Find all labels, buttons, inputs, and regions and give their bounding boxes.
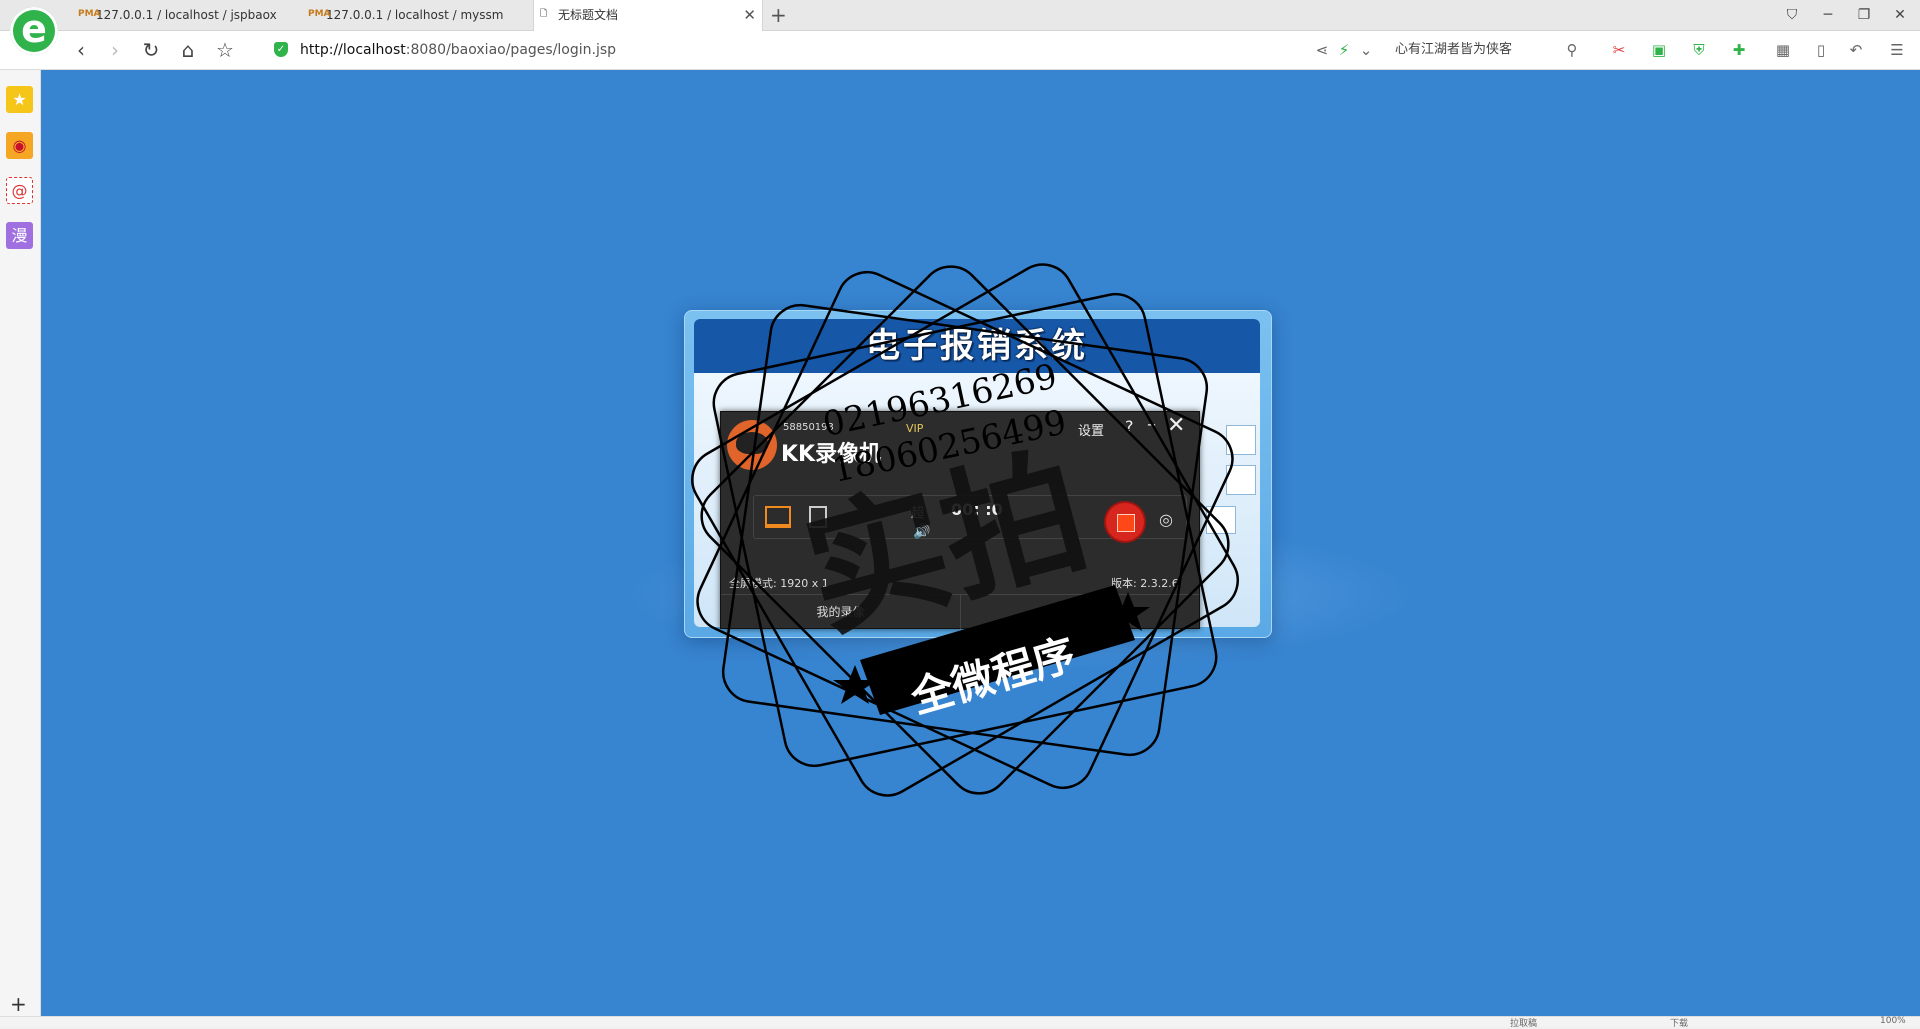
restore-button[interactable]: ❐: [1846, 0, 1882, 30]
tablet-icon[interactable]: ▯: [1810, 39, 1832, 61]
home-button[interactable]: ⌂: [175, 37, 201, 63]
kk-minimize-button[interactable]: –: [1147, 414, 1156, 435]
kk-raccoon-logo-icon: [727, 420, 777, 470]
search-text: 心有江湖者皆为侠客: [1395, 42, 1513, 57]
new-tab-button[interactable]: +: [770, 0, 787, 30]
extension-icon[interactable]: ▣: [1648, 39, 1670, 61]
my-recordings-button[interactable]: 我的录像: [721, 595, 961, 629]
back-button[interactable]: ‹: [68, 37, 94, 63]
tab-label: 127.0.0.1 / localhost / myssm: [326, 8, 504, 22]
captcha-field[interactable]: [1206, 506, 1236, 534]
kk-close-button[interactable]: ✕: [1167, 413, 1185, 438]
login-title-bar: 电子报销系统: [694, 319, 1260, 373]
tab-myssm[interactable]: PMA 127.0.0.1 / localhost / myssm: [302, 0, 530, 30]
kk-footer: 我的录像: [721, 594, 1199, 629]
share-icon[interactable]: ⋖: [1313, 39, 1331, 61]
fullscreen-mode-icon[interactable]: [765, 506, 791, 528]
game-controller-icon[interactable]: ✚: [1728, 39, 1750, 61]
url-path: :8080/baoxiao/pages/login.jsp: [405, 42, 617, 58]
navigation-bar: ‹ › ↻ ⌂ ☆ ✓ http://localhost:8080/baoxia…: [0, 31, 1920, 70]
address-bar[interactable]: http://localhost:8080/baoxiao/pages/logi…: [300, 31, 616, 69]
password-field[interactable]: [1226, 465, 1256, 495]
url-host: http://localhost: [300, 42, 406, 58]
favorite-star-button[interactable]: ☆: [212, 37, 238, 63]
status-item[interactable]: 下载: [1670, 1016, 1688, 1029]
page-viewport: 电子报销系统 58850193 VIP KK录像机 设置 ? – ✕ 超 00:…: [41, 70, 1920, 1016]
kk-mode-text: 全屏模式: 1920 x 1: [729, 577, 829, 590]
kk-vip-badge[interactable]: VIP: [906, 422, 923, 435]
add-sidebar-button[interactable]: +: [10, 992, 27, 1016]
kk-settings-button[interactable]: 设置: [1078, 420, 1104, 439]
stop-record-button[interactable]: [1106, 503, 1144, 541]
status-item[interactable]: 100%: [1880, 1016, 1906, 1026]
screenshot-scissors-icon[interactable]: ✂: [1608, 39, 1630, 61]
forward-button[interactable]: ›: [102, 37, 128, 63]
camera-icon[interactable]: ◎: [1159, 510, 1173, 529]
stop-square-icon: [1117, 514, 1135, 532]
comic-icon[interactable]: 漫: [6, 222, 33, 249]
status-bar: 拉取稿 下载 100%: [0, 1016, 1920, 1029]
close-window-button[interactable]: ✕: [1882, 0, 1918, 30]
document-icon: 🗋: [540, 9, 548, 19]
refresh-button[interactable]: ↻: [138, 37, 164, 63]
menu-icon[interactable]: ☰: [1886, 39, 1908, 61]
apps-grid-icon[interactable]: ▦: [1772, 39, 1794, 61]
window-mode-icon[interactable]: [809, 506, 827, 528]
tab-jspbaox[interactable]: PMA 127.0.0.1 / localhost / jspbaox: [72, 0, 294, 30]
weibo-icon[interactable]: ◉: [6, 132, 33, 159]
lightning-icon[interactable]: ⚡: [1335, 39, 1353, 61]
browser-logo[interactable]: e: [10, 7, 58, 55]
tab-label: 127.0.0.1 / localhost / jspbaox: [96, 8, 277, 22]
undo-icon[interactable]: ↶: [1845, 39, 1867, 61]
kk-timer: 00: :0: [951, 500, 1003, 519]
kk-logo-face: [736, 432, 768, 454]
left-sidebar: ★ ◉ @ 漫 +: [0, 70, 41, 1026]
chevron-down-icon[interactable]: ⌄: [1357, 39, 1375, 61]
tab-untitled[interactable]: 🗋 无标题文档 ✕: [533, 0, 763, 31]
browser-e-icon: e: [21, 7, 47, 51]
favorites-star-icon[interactable]: ★: [6, 86, 33, 113]
pma-favicon-icon: PMA: [78, 9, 101, 19]
kk-timer-label: 超: [911, 506, 925, 521]
status-item[interactable]: 拉取稿: [1510, 1016, 1537, 1029]
search-input[interactable]: 心有江湖者皆为侠客: [1395, 31, 1580, 69]
kk-brand-name: KK录像机: [781, 442, 882, 467]
secure-shield-icon: ✓: [274, 42, 288, 57]
username-field[interactable]: [1226, 425, 1256, 455]
kk-recorder-window: 58850193 VIP KK录像机 设置 ? – ✕ 超 00: :0 🔊 ◎…: [720, 411, 1200, 629]
kk-help-button[interactable]: ?: [1125, 417, 1134, 436]
kk-version-text: 版本: 2.3.2.6: [1111, 577, 1179, 590]
login-title: 电子报销系统: [866, 326, 1088, 366]
minimize-button[interactable]: ─: [1810, 0, 1846, 30]
close-tab-icon[interactable]: ✕: [743, 0, 756, 30]
tab-strip: PMA 127.0.0.1 / localhost / jspbaox PMA …: [0, 0, 1920, 31]
skin-icon[interactable]: ⛉: [1774, 0, 1810, 30]
kk-account-id: 58850193: [783, 422, 834, 433]
search-icon[interactable]: ⚲: [1562, 39, 1582, 61]
tab-label: 无标题文档: [558, 8, 619, 22]
security-shield-icon[interactable]: ⛨: [1688, 39, 1710, 61]
pma-favicon-icon: PMA: [308, 9, 331, 19]
volume-icon[interactable]: 🔊: [913, 524, 930, 540]
mail-icon[interactable]: @: [6, 177, 33, 204]
